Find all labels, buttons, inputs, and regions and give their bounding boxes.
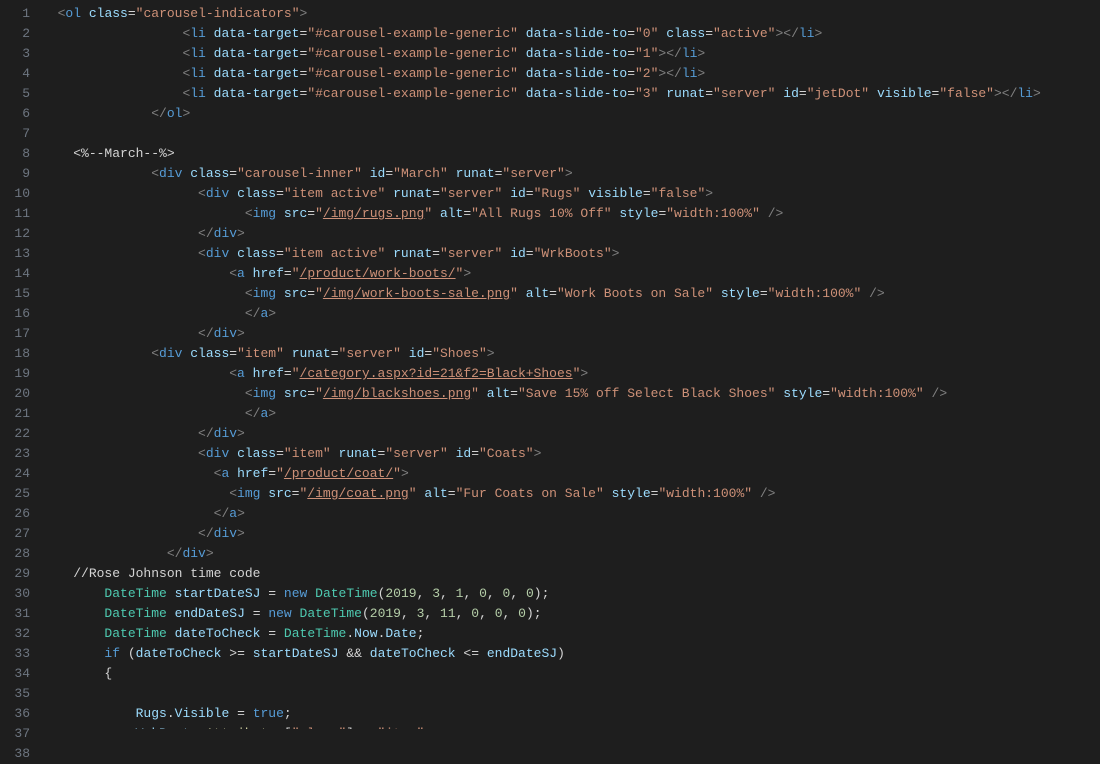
line-number-gutter: 1234567891011121314151617181920212223242… xyxy=(0,4,42,729)
line-number: 12 xyxy=(0,224,30,244)
code-line[interactable]: <div class="item active" runat="server" … xyxy=(42,244,1100,264)
line-number: 5 xyxy=(0,84,30,104)
line-number: 19 xyxy=(0,364,30,384)
code-line[interactable]: </div> xyxy=(42,224,1100,244)
line-number: 28 xyxy=(0,544,30,564)
line-number: 32 xyxy=(0,624,30,644)
code-line[interactable]: <img src="/img/work-boots-sale.png" alt=… xyxy=(42,284,1100,304)
code-line[interactable]: </div> xyxy=(42,544,1100,564)
code-line[interactable]: //Rose Johnson time code xyxy=(42,564,1100,584)
code-line[interactable]: </a> xyxy=(42,504,1100,524)
line-number: 35 xyxy=(0,684,30,704)
line-number: 20 xyxy=(0,384,30,404)
line-number: 7 xyxy=(0,124,30,144)
line-number: 24 xyxy=(0,464,30,484)
line-number: 21 xyxy=(0,404,30,424)
line-number: 1 xyxy=(0,4,30,24)
code-line[interactable]: <img src="/img/coat.png" alt="Fur Coats … xyxy=(42,484,1100,504)
code-line[interactable]: <a href="/product/coat/"> xyxy=(42,464,1100,484)
line-number: 23 xyxy=(0,444,30,464)
line-number: 30 xyxy=(0,584,30,604)
line-number: 15 xyxy=(0,284,30,304)
code-line[interactable]: <%--March--%> xyxy=(42,144,1100,164)
line-number: 6 xyxy=(0,104,30,124)
code-line[interactable]: <div class="carousel-inner" id="March" r… xyxy=(42,164,1100,184)
code-line[interactable]: </div> xyxy=(42,524,1100,544)
line-number: 10 xyxy=(0,184,30,204)
line-number: 36 xyxy=(0,704,30,724)
line-number: 18 xyxy=(0,344,30,364)
code-line[interactable]: DateTime startDateSJ = new DateTime(2019… xyxy=(42,584,1100,604)
code-line[interactable]: </a> xyxy=(42,304,1100,324)
code-line[interactable]: Rugs.Visible = true; xyxy=(42,704,1100,724)
code-line[interactable]: <div class="item active" runat="server" … xyxy=(42,184,1100,204)
line-number: 2 xyxy=(0,24,30,44)
line-number: 33 xyxy=(0,644,30,664)
line-number: 22 xyxy=(0,424,30,444)
code-editor[interactable]: 1234567891011121314151617181920212223242… xyxy=(0,0,1100,729)
line-number: 14 xyxy=(0,264,30,284)
code-line[interactable]: <li data-target="#carousel-example-gener… xyxy=(42,44,1100,64)
line-number: 17 xyxy=(0,324,30,344)
code-line[interactable] xyxy=(42,684,1100,704)
line-number: 37 xyxy=(0,724,30,744)
line-number: 25 xyxy=(0,484,30,504)
code-line[interactable]: <li data-target="#carousel-example-gener… xyxy=(42,84,1100,104)
code-line[interactable]: if (dateToCheck >= startDateSJ && dateTo… xyxy=(42,644,1100,664)
code-line[interactable] xyxy=(42,124,1100,144)
line-number: 38 xyxy=(0,744,30,764)
line-number: 31 xyxy=(0,604,30,624)
line-number: 29 xyxy=(0,564,30,584)
code-line[interactable]: </ol> xyxy=(42,104,1100,124)
line-number: 9 xyxy=(0,164,30,184)
line-number: 26 xyxy=(0,504,30,524)
code-line[interactable]: { xyxy=(42,664,1100,684)
line-number: 13 xyxy=(0,244,30,264)
code-line[interactable]: <li data-target="#carousel-example-gener… xyxy=(42,64,1100,84)
code-line[interactable]: <li data-target="#carousel-example-gener… xyxy=(42,24,1100,44)
line-number: 34 xyxy=(0,664,30,684)
code-content[interactable]: <ol class="carousel-indicators"> <li dat… xyxy=(42,4,1100,729)
code-line[interactable]: <img src="/img/rugs.png" alt="All Rugs 1… xyxy=(42,204,1100,224)
code-line[interactable]: </div> xyxy=(42,324,1100,344)
line-number: 8 xyxy=(0,144,30,164)
code-line[interactable]: </div> xyxy=(42,424,1100,444)
code-line[interactable]: DateTime endDateSJ = new DateTime(2019, … xyxy=(42,604,1100,624)
code-line[interactable]: <div class="item" runat="server" id="Sho… xyxy=(42,344,1100,364)
line-number: 11 xyxy=(0,204,30,224)
line-number: 27 xyxy=(0,524,30,544)
code-line[interactable]: WrkBoots.Attributes["class"] = "item"; xyxy=(42,724,1100,729)
line-number: 4 xyxy=(0,64,30,84)
code-line[interactable]: <a href="/product/work-boots/"> xyxy=(42,264,1100,284)
code-line[interactable]: DateTime dateToCheck = DateTime.Now.Date… xyxy=(42,624,1100,644)
code-line[interactable]: </a> xyxy=(42,404,1100,424)
line-number: 16 xyxy=(0,304,30,324)
line-number: 3 xyxy=(0,44,30,64)
code-line[interactable]: <a href="/category.aspx?id=21&f2=Black+S… xyxy=(42,364,1100,384)
code-line[interactable]: <div class="item" runat="server" id="Coa… xyxy=(42,444,1100,464)
code-line[interactable]: <ol class="carousel-indicators"> xyxy=(42,4,1100,24)
code-line[interactable]: <img src="/img/blackshoes.png" alt="Save… xyxy=(42,384,1100,404)
